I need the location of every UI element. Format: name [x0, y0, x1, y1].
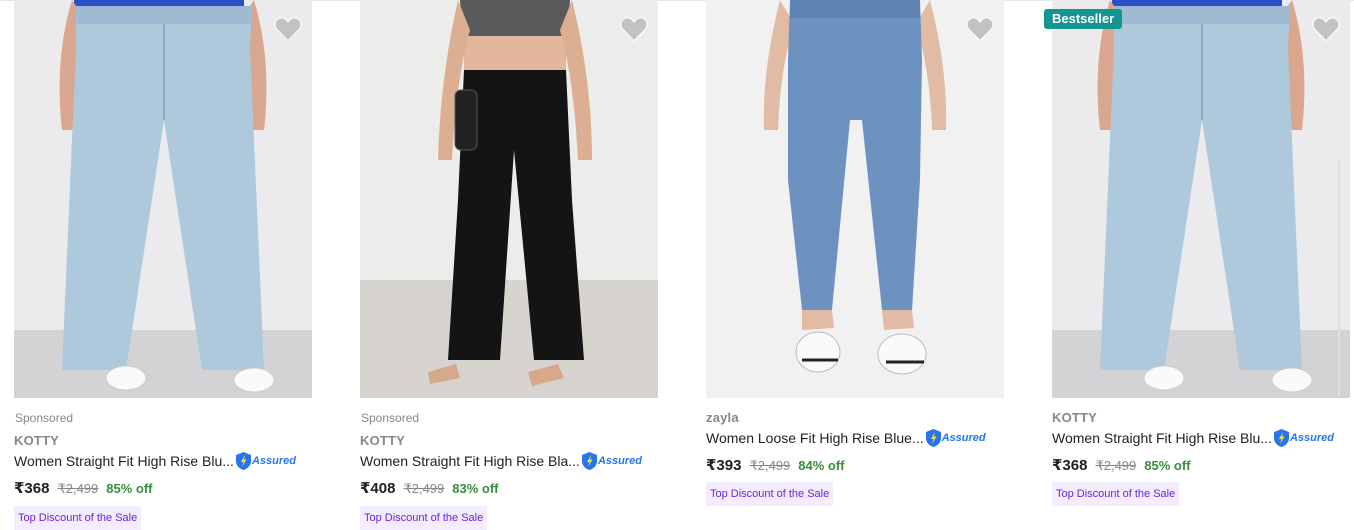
product-title-text[interactable]: Women Straight Fit High Rise Bla...: [360, 453, 580, 469]
sponsored-label: Sponsored: [361, 411, 420, 425]
assured-text: Assured: [1289, 432, 1334, 444]
product-image[interactable]: [360, 0, 658, 398]
product-title[interactable]: Women Straight Fit High Rise Bla... Assu…: [360, 452, 642, 470]
brand-name[interactable]: KOTTY: [360, 433, 405, 448]
product-card[interactable]: Sponsored KOTTY Women Straight Fit High …: [14, 0, 312, 530]
discount-percent: 85% off: [106, 481, 153, 496]
sponsored-label: Sponsored: [15, 411, 74, 425]
assured-text: Assured: [597, 455, 642, 467]
brand-name[interactable]: zayla: [706, 410, 739, 425]
shield-icon: [925, 429, 941, 447]
bestseller-badge: Bestseller: [1044, 9, 1123, 29]
discount-percent: 84% off: [798, 458, 845, 473]
product-card[interactable]: Bestseller KOTTY Women Straight Fit High…: [1044, 0, 1350, 521]
product-title-text[interactable]: Women Straight Fit High Rise Blu...: [1052, 430, 1272, 446]
offer-tag: Top Discount of the Sale: [1052, 482, 1180, 506]
assured-badge: Assured: [235, 452, 296, 470]
wishlist-heart-icon[interactable]: [966, 16, 994, 42]
product-card[interactable]: zayla Women Loose Fit High Rise Blue... …: [706, 0, 1004, 521]
price-row: ₹368 ₹2,499 85% off: [14, 479, 153, 497]
discount-percent: 85% off: [1144, 458, 1191, 473]
product-title[interactable]: Women Straight Fit High Rise Blu... Assu…: [1052, 429, 1334, 447]
offer-tag: Top Discount of the Sale: [360, 506, 488, 530]
assured-badge: Assured: [1273, 429, 1334, 447]
selling-price: ₹393: [706, 457, 742, 474]
original-price: ₹2,499: [1095, 458, 1137, 473]
original-price: ₹2,499: [749, 458, 791, 473]
product-title[interactable]: Women Loose Fit High Rise Blue... Assure…: [706, 429, 986, 447]
product-image[interactable]: [1052, 0, 1350, 398]
discount-percent: 83% off: [452, 481, 499, 496]
product-title[interactable]: Women Straight Fit High Rise Blu... Assu…: [14, 452, 296, 470]
brand-name[interactable]: KOTTY: [14, 433, 59, 448]
shield-icon: [581, 452, 597, 470]
price-row: ₹368 ₹2,499 85% off: [1052, 456, 1191, 474]
shield-icon: [1273, 429, 1289, 447]
assured-badge: Assured: [581, 452, 642, 470]
scrollbar[interactable]: [1338, 160, 1340, 396]
brand-name[interactable]: KOTTY: [1052, 410, 1097, 425]
wishlist-heart-icon[interactable]: [274, 16, 302, 42]
selling-price: ₹408: [360, 480, 396, 497]
assured-text: Assured: [251, 455, 296, 467]
product-title-text[interactable]: Women Straight Fit High Rise Blu...: [14, 453, 234, 469]
product-image[interactable]: [706, 0, 1004, 398]
product-image[interactable]: [14, 0, 312, 398]
assured-badge: Assured: [925, 429, 986, 447]
price-row: ₹408 ₹2,499 83% off: [360, 479, 499, 497]
wishlist-heart-icon[interactable]: [1312, 16, 1340, 42]
shield-icon: [235, 452, 251, 470]
offer-tag: Top Discount of the Sale: [706, 482, 834, 506]
offer-tag: Top Discount of the Sale: [14, 506, 142, 530]
product-card[interactable]: Sponsored KOTTY Women Straight Fit High …: [360, 0, 658, 530]
original-price: ₹2,499: [57, 481, 99, 496]
original-price: ₹2,499: [403, 481, 445, 496]
selling-price: ₹368: [1052, 457, 1088, 474]
selling-price: ₹368: [14, 480, 50, 497]
assured-text: Assured: [941, 432, 986, 444]
price-row: ₹393 ₹2,499 84% off: [706, 456, 845, 474]
wishlist-heart-icon[interactable]: [620, 16, 648, 42]
product-title-text[interactable]: Women Loose Fit High Rise Blue...: [706, 430, 924, 446]
